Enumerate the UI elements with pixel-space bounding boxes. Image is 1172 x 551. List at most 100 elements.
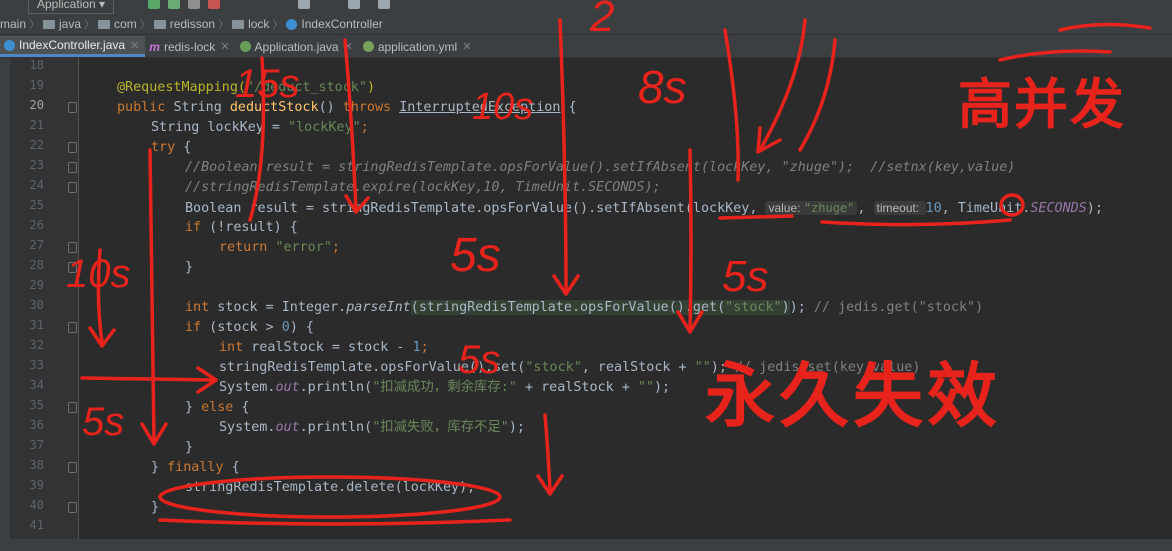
package-icon: [153, 19, 166, 29]
code-line-38[interactable]: } finally {: [151, 458, 240, 478]
handwritten-note: 5s: [82, 400, 125, 444]
coverage-icon[interactable]: [188, 0, 200, 9]
handwritten-note: 5s: [722, 252, 769, 301]
handwritten-note: 5s: [458, 338, 501, 382]
handwritten-note: 2: [590, 0, 615, 41]
fold-toggle-icon[interactable]: [68, 322, 77, 333]
vcs-icon[interactable]: [378, 0, 390, 9]
breadcrumb-lock[interactable]: lock: [229, 17, 272, 31]
breadcrumb-separator-icon: 〉: [139, 19, 151, 31]
line-number: 26: [29, 218, 44, 232]
class-icon: [286, 18, 298, 30]
handwritten-note: 10s: [472, 86, 534, 128]
breadcrumb-separator-icon: 〉: [272, 19, 284, 31]
yaml-icon: [362, 41, 374, 52]
folder-icon: [43, 19, 56, 29]
breadcrumb-separator-icon: 〉: [84, 19, 96, 31]
line-number: 18: [29, 58, 44, 72]
line-number: 29: [29, 278, 44, 292]
fold-toggle-icon[interactable]: [68, 102, 77, 113]
spring-class-icon: [239, 41, 251, 52]
fold-toggle-icon[interactable]: [68, 182, 77, 193]
fold-toggle-icon[interactable]: [68, 502, 77, 513]
line-number-gutter[interactable]: 18 19 20 21 22 23 24 25 26 27 28 29 30 3…: [10, 58, 79, 539]
close-icon[interactable]: ✕: [344, 40, 353, 53]
code-line-32[interactable]: int realStock = stock - 1;: [219, 338, 429, 358]
breadcrumb-indexcontroller[interactable]: IndexController: [283, 17, 385, 31]
fold-toggle-icon[interactable]: [68, 162, 77, 173]
breadcrumb-redisson[interactable]: redisson: [151, 17, 218, 31]
line-number: 27: [29, 238, 44, 252]
line-number: 38: [29, 458, 44, 472]
handwritten-note: 8s: [638, 61, 687, 113]
breadcrumb-separator-icon: 〉: [29, 19, 41, 31]
close-icon[interactable]: ✕: [130, 39, 139, 52]
close-icon[interactable]: ✕: [220, 40, 229, 53]
line-number: 32: [29, 338, 44, 352]
code-line-40[interactable]: }: [151, 498, 159, 518]
breadcrumb-com[interactable]: com: [95, 17, 140, 31]
fold-toggle-icon[interactable]: [68, 462, 77, 473]
project-structure-icon[interactable]: [298, 0, 310, 9]
search-icon[interactable]: [348, 0, 360, 9]
run-icon[interactable]: [148, 0, 160, 9]
tab-application-java[interactable]: Application.java ✕: [236, 36, 359, 57]
fold-toggle-icon[interactable]: [68, 402, 77, 413]
parameter-hint-timeout: timeout:: [873, 201, 926, 215]
navigation-breadcrumb: main 〉 java 〉 com 〉 redisson 〉 lock 〉 IndexCo…: [0, 14, 1172, 35]
tab-application-yml[interactable]: application.yml ✕: [359, 36, 478, 57]
handwritten-note-permanent-failure: 永久失效: [705, 355, 1001, 437]
code-line-27[interactable]: return "error";: [219, 238, 340, 258]
breadcrumb-main[interactable]: main: [0, 17, 29, 31]
code-line-24[interactable]: //stringRedisTemplate.expire(lockKey,10,…: [185, 178, 661, 198]
handwritten-note: 15s: [235, 62, 300, 106]
line-number: 37: [29, 438, 44, 452]
run-configuration-selector[interactable]: Application ▾: [28, 0, 115, 14]
stop-icon[interactable]: [208, 0, 220, 9]
handwritten-note: 10s: [66, 252, 131, 296]
project-tool-strip[interactable]: [0, 58, 10, 551]
tab-redis-lock[interactable]: m redis-lock ✕: [145, 36, 235, 57]
fold-toggle-icon[interactable]: [68, 142, 77, 153]
line-number: 35: [29, 398, 44, 412]
class-icon: [4, 39, 15, 51]
line-number: 19: [29, 78, 44, 92]
line-number: 36: [29, 418, 44, 432]
editor-tabs: IndexController.java ✕ m redis-lock ✕ Ap…: [0, 35, 1172, 58]
line-number: 41: [29, 518, 44, 532]
handwritten-note-high-concurrency: 高并发: [958, 73, 1126, 136]
main-toolbar: Application ▾: [0, 0, 1172, 14]
line-number: 22: [29, 138, 44, 152]
code-line-30[interactable]: int stock = Integer.parseInt(stringRedis…: [185, 298, 983, 318]
package-icon: [98, 19, 111, 29]
line-number: 23: [29, 158, 44, 172]
code-line-28[interactable]: }: [185, 258, 193, 278]
line-number: 28: [29, 258, 44, 272]
code-line-31[interactable]: if (stock > 0) {: [185, 318, 314, 338]
parameter-hint-value: value: "zhuge": [765, 201, 858, 215]
code-line-21[interactable]: String lockKey = "lockKey";: [151, 118, 369, 138]
code-line-23[interactable]: //Boolean result = stringRedisTemplate.o…: [185, 158, 1015, 178]
code-line-34[interactable]: System.out.println("扣减成功，剩余库存:" + realSt…: [219, 378, 670, 398]
close-icon[interactable]: ✕: [462, 40, 471, 53]
code-line-37[interactable]: }: [185, 438, 193, 458]
status-bar: [0, 539, 1172, 551]
package-icon: [232, 19, 245, 29]
code-line-36[interactable]: System.out.println("扣减失败，库存不足");: [219, 418, 525, 438]
line-number: 30: [29, 298, 44, 312]
line-number: 31: [29, 318, 44, 332]
line-number: 25: [29, 198, 44, 212]
debug-icon[interactable]: [168, 0, 180, 9]
line-number: 21: [29, 118, 44, 132]
maven-module-icon: m: [149, 39, 160, 54]
line-number: 33: [29, 358, 44, 372]
tab-indexcontroller-java[interactable]: IndexController.java ✕: [0, 36, 146, 57]
code-line-25[interactable]: Boolean result = stringRedisTemplate.ops…: [185, 198, 1103, 219]
code-line-35[interactable]: } else {: [185, 398, 250, 418]
line-number: 34: [29, 378, 44, 392]
breadcrumb-separator-icon: 〉: [218, 19, 230, 31]
code-line-26[interactable]: if (!result) {: [185, 218, 298, 238]
breadcrumb-java[interactable]: java: [40, 17, 84, 31]
code-line-39[interactable]: stringRedisTemplate.delete(lockKey);: [185, 478, 475, 498]
code-line-22[interactable]: try {: [151, 138, 191, 158]
